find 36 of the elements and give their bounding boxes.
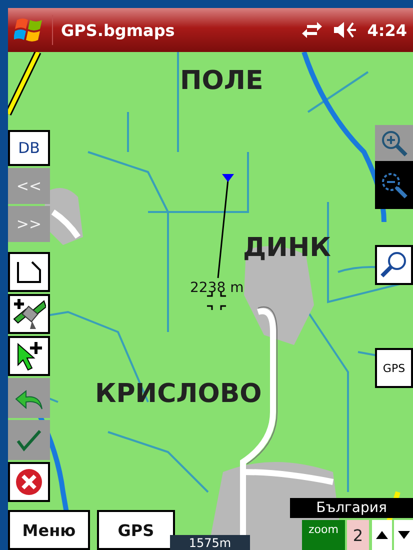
add-point-button[interactable] bbox=[8, 336, 50, 376]
scale-label: 1575m bbox=[170, 535, 250, 550]
zoom-down-button[interactable] bbox=[394, 520, 413, 550]
place-name: ПОЛЕ bbox=[180, 66, 264, 96]
place-name: КРИСЛОВО bbox=[95, 379, 262, 409]
toolbar-button[interactable]: DB bbox=[8, 130, 50, 166]
satellite-icon bbox=[12, 297, 46, 331]
polyline-icon bbox=[16, 260, 42, 284]
menu-button[interactable]: Меню bbox=[8, 510, 90, 550]
gps-button[interactable]: GPS bbox=[97, 510, 175, 550]
up-triangle-icon bbox=[376, 531, 388, 539]
region-label: България bbox=[290, 498, 413, 518]
sync-arrows-icon bbox=[301, 22, 324, 38]
cancel-button[interactable] bbox=[8, 462, 50, 502]
zoom-up-button[interactable] bbox=[372, 520, 392, 550]
distance-label: 2238 m bbox=[190, 280, 244, 296]
search-icon bbox=[379, 250, 409, 280]
zoom-out-button[interactable] bbox=[375, 161, 413, 209]
zoom-out-icon bbox=[379, 170, 409, 200]
speaker-icon bbox=[333, 21, 358, 39]
cancel-icon bbox=[15, 468, 43, 496]
highway bbox=[8, 52, 42, 116]
zoom-label: zoom bbox=[302, 520, 345, 550]
satellite-tool-button[interactable] bbox=[8, 294, 50, 334]
search-button[interactable] bbox=[375, 245, 413, 285]
place-name: ДИНК bbox=[243, 233, 331, 263]
crosshair-icon bbox=[206, 291, 227, 311]
zoom-level-value: 2 bbox=[347, 520, 369, 550]
zoom-in-icon bbox=[379, 128, 409, 158]
clock-time: 4:24 bbox=[367, 20, 407, 40]
window-title: GPS.bgmaps bbox=[61, 20, 175, 40]
toolbar-button[interactable]: GPS bbox=[375, 348, 413, 388]
down-triangle-icon bbox=[398, 531, 410, 539]
polyline-tool-button[interactable] bbox=[8, 252, 50, 292]
windows-logo-icon[interactable] bbox=[14, 16, 44, 44]
checkmark-icon bbox=[16, 428, 42, 452]
